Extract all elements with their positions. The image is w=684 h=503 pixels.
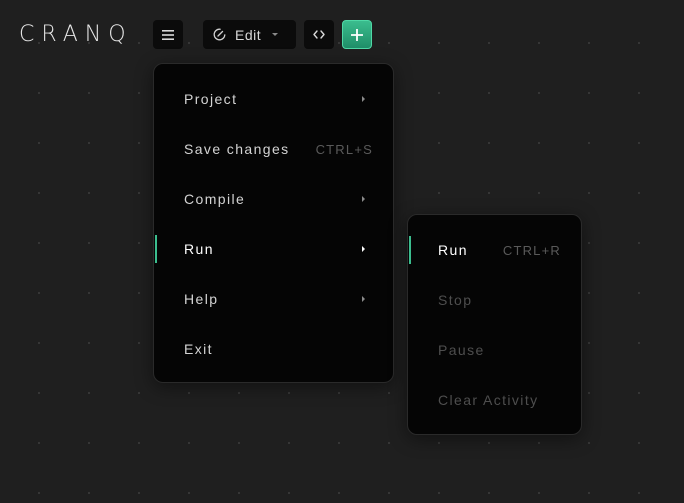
code-brackets-icon [313,30,325,39]
edit-mode-dropdown[interactable]: Edit [203,20,296,49]
menu-item-label: Project [184,91,238,107]
add-node-button[interactable] [342,20,372,49]
main-menu-button[interactable] [153,20,183,49]
menu-item-compile[interactable]: Compile [154,174,393,224]
shortcut-label: CTRL+S [315,141,373,157]
submenu-item-run[interactable]: Run CTRL+R [408,225,581,275]
menu-item-label: Save changes [184,141,290,157]
menu-item-label: Stop [438,292,473,308]
submenu-item-clear-activity[interactable]: Clear Activity [408,375,581,425]
plus-icon [351,28,363,41]
chevron-right-icon [362,196,365,202]
menu-item-run[interactable]: Run [154,224,393,274]
submenu-item-stop[interactable]: Stop [408,275,581,325]
menu-item-help[interactable]: Help [154,274,393,324]
main-menu: Project Save changes CTRL+S Compile Run … [153,63,394,383]
edit-icon [213,28,226,41]
edit-label: Edit [235,26,262,43]
menu-item-label: Exit [184,341,213,357]
submenu-item-pause[interactable]: Pause [408,325,581,375]
menu-item-label: Pause [438,342,485,358]
run-submenu: Run CTRL+R Stop Pause Clear Activity [407,214,582,435]
menu-item-label: Clear Activity [438,392,539,408]
chevron-right-icon [362,296,365,302]
chevron-right-icon [362,96,365,102]
shortcut-label: CTRL+R [502,242,561,258]
menu-item-label: Compile [184,191,246,207]
chevron-down-icon [272,33,279,36]
menu-item-label: Run [184,241,214,257]
cranq-logo: CRANQ [19,21,133,47]
logo-text: CRANQ [19,21,133,47]
menu-item-label: Run [438,242,468,258]
code-view-button[interactable] [304,20,334,49]
chevron-right-icon [362,246,365,252]
menu-item-project[interactable]: Project [154,74,393,124]
menu-item-exit[interactable]: Exit [154,324,393,374]
hamburger-menu-icon [162,29,174,40]
menu-item-save-changes[interactable]: Save changes CTRL+S [154,124,393,174]
menu-item-label: Help [184,291,219,307]
